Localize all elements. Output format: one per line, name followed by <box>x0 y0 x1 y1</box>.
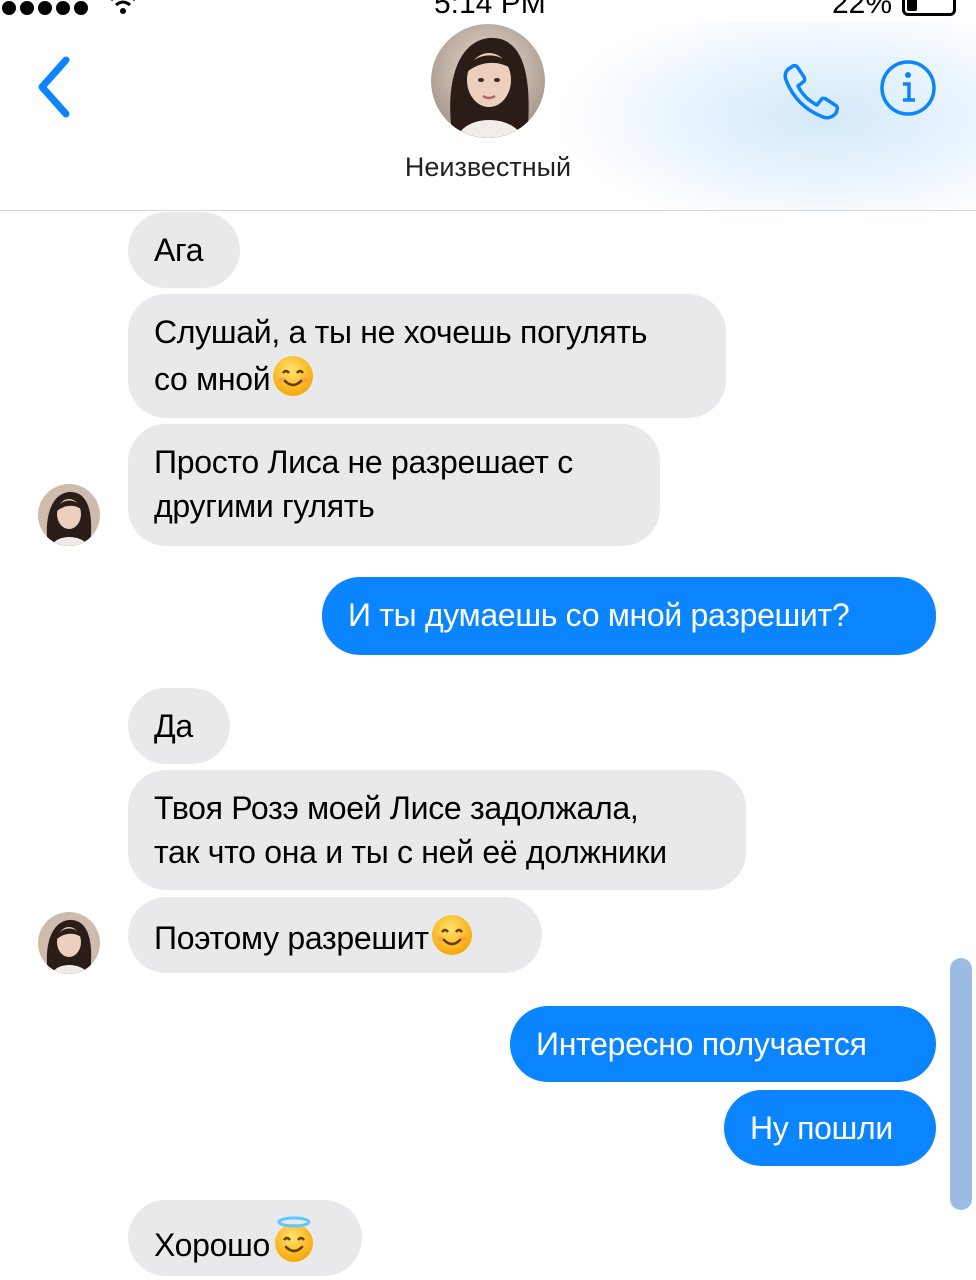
message-bubble-outgoing[interactable]: Интересно получается <box>510 1006 936 1082</box>
status-time: 5:14 PM <box>434 0 546 20</box>
message-bubble-incoming[interactable]: Ага <box>128 212 240 288</box>
message-text: Твоя Розэ моей Лисе задолжала, <box>154 790 639 826</box>
status-bar: 5:14 PM 22% <box>0 0 976 22</box>
message-bubble-outgoing[interactable]: Ну пошли <box>724 1090 936 1166</box>
wifi-icon <box>111 0 135 14</box>
message-text: Слушай, а ты не хочешь погулять <box>154 314 648 350</box>
message-text: Да <box>154 708 193 744</box>
message-text: Просто Лиса не разрешает с <box>154 444 573 480</box>
message-text: Интересно получается <box>536 1026 867 1062</box>
message-text: со мной <box>154 361 271 397</box>
message-text: Ну пошли <box>750 1110 893 1146</box>
message-text: так что она и ты с ней её должники <box>154 834 667 870</box>
battery-icon <box>902 0 956 16</box>
message-bubble-incoming[interactable]: Слушай, а ты не хочешь погулять со мной <box>128 294 726 418</box>
smiling-face-icon <box>273 356 314 396</box>
message-bubble-incoming[interactable]: Поэтому разрешит <box>128 897 542 973</box>
scrollbar[interactable] <box>950 958 972 1210</box>
cellular-dots-icon <box>2 1 88 15</box>
battery-percentage: 22% <box>832 0 893 20</box>
message-text: И ты думаешь со мной разрешит? <box>348 597 850 633</box>
message-bubble-incoming[interactable]: Просто Лиса не разрешает с другими гулят… <box>128 424 660 546</box>
chevron-left-icon[interactable] <box>28 52 80 122</box>
sender-avatar[interactable] <box>38 912 100 974</box>
message-bubble-incoming[interactable]: Твоя Розэ моей Лисе задолжала, так что о… <box>128 770 746 890</box>
smiling-face-icon <box>431 915 472 955</box>
phone-icon[interactable] <box>780 60 842 122</box>
sender-avatar[interactable] <box>38 484 100 546</box>
message-bubble-outgoing[interactable]: И ты думаешь со мной разрешит? <box>322 577 936 655</box>
smiling-face-with-halo-icon <box>275 1216 314 1262</box>
message-text: другими гулять <box>154 488 375 524</box>
info-icon[interactable] <box>878 58 938 118</box>
message-bubble-incoming[interactable]: Да <box>128 688 230 764</box>
conversation-header: Неизвестный <box>0 22 976 211</box>
message-text: Хорошо <box>154 1227 271 1263</box>
message-text: Ага <box>154 232 204 268</box>
message-text: Поэтому разрешит <box>154 920 429 956</box>
contact-name[interactable]: Неизвестный <box>0 152 976 183</box>
message-bubble-incoming[interactable]: Хорошо <box>128 1200 362 1276</box>
contact-avatar[interactable] <box>431 24 545 138</box>
